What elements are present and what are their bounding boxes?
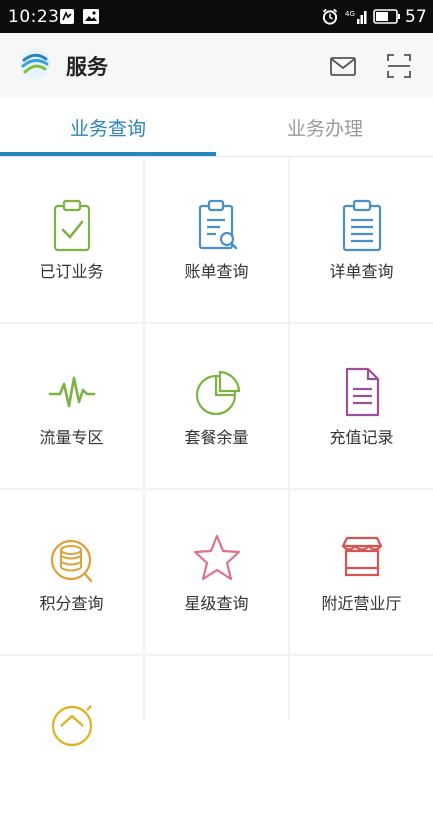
svg-text:4G: 4G (345, 10, 355, 18)
service-grid: 已订业务 账单查询 详单查询 流量专区 套餐余量 充值记录 积分查询 星级查询 … (0, 158, 433, 820)
message-icon[interactable] (328, 51, 358, 81)
service-bill-query[interactable]: 账单查询 (145, 158, 288, 322)
scan-icon[interactable] (384, 51, 414, 81)
service-label: 积分查询 (39, 594, 104, 613)
clipboard-check-icon (53, 199, 90, 252)
service-label: 详单查询 (329, 262, 394, 281)
tab-business-query[interactable]: 业务查询 (0, 98, 216, 156)
detail-list-icon (342, 199, 381, 252)
bill-search-icon (198, 199, 237, 250)
active-tab-indicator (0, 152, 216, 156)
service-empty-slot (145, 656, 288, 820)
service-plan-balance[interactable]: 套餐余量 (145, 324, 288, 488)
service-home-refresh[interactable] (0, 656, 143, 820)
service-label: 附近营业厅 (321, 594, 402, 613)
coin-stack-icon (50, 539, 92, 583)
battery-icon (373, 9, 400, 24)
store-icon (341, 536, 382, 577)
document-icon (345, 367, 379, 417)
service-empty-slot (290, 656, 433, 820)
image-notification-icon (83, 9, 99, 24)
service-label: 星级查询 (184, 594, 249, 613)
service-label: 套餐余量 (184, 428, 249, 447)
tab-business-handle[interactable]: 业务办理 (217, 98, 433, 156)
service-label: 已订业务 (39, 262, 104, 281)
service-subscribed[interactable]: 已订业务 (0, 158, 143, 322)
service-star-level[interactable]: 星级查询 (145, 490, 288, 654)
status-time: 10:23 (8, 7, 60, 27)
service-detail-query[interactable]: 详单查询 (290, 158, 433, 322)
page-title: 服务 (66, 55, 108, 79)
signal-icon: 4G (345, 10, 367, 24)
service-data-zone[interactable]: 流量专区 (0, 324, 143, 488)
china-mobile-logo-icon (20, 49, 50, 79)
pie-chart-icon (195, 370, 240, 416)
pulse-wave-icon (48, 376, 95, 408)
service-label: 账单查询 (184, 262, 249, 281)
status-bar: 10:23 4G 57 (0, 0, 433, 33)
service-label: 流量专区 (39, 428, 104, 447)
home-refresh-icon (51, 705, 92, 747)
service-nearby-stores[interactable]: 附近营业厅 (290, 490, 433, 654)
service-points-query[interactable]: 积分查询 (0, 490, 143, 654)
app-header: 服务 (0, 33, 433, 98)
tab-bar: 业务查询 业务办理 (0, 98, 433, 157)
service-label: 充值记录 (329, 428, 394, 447)
gallery-notification-icon (60, 9, 74, 24)
battery-level: 57 (405, 7, 427, 27)
alarm-icon (322, 8, 338, 25)
service-recharge-history[interactable]: 充值记录 (290, 324, 433, 488)
star-icon (193, 534, 240, 581)
